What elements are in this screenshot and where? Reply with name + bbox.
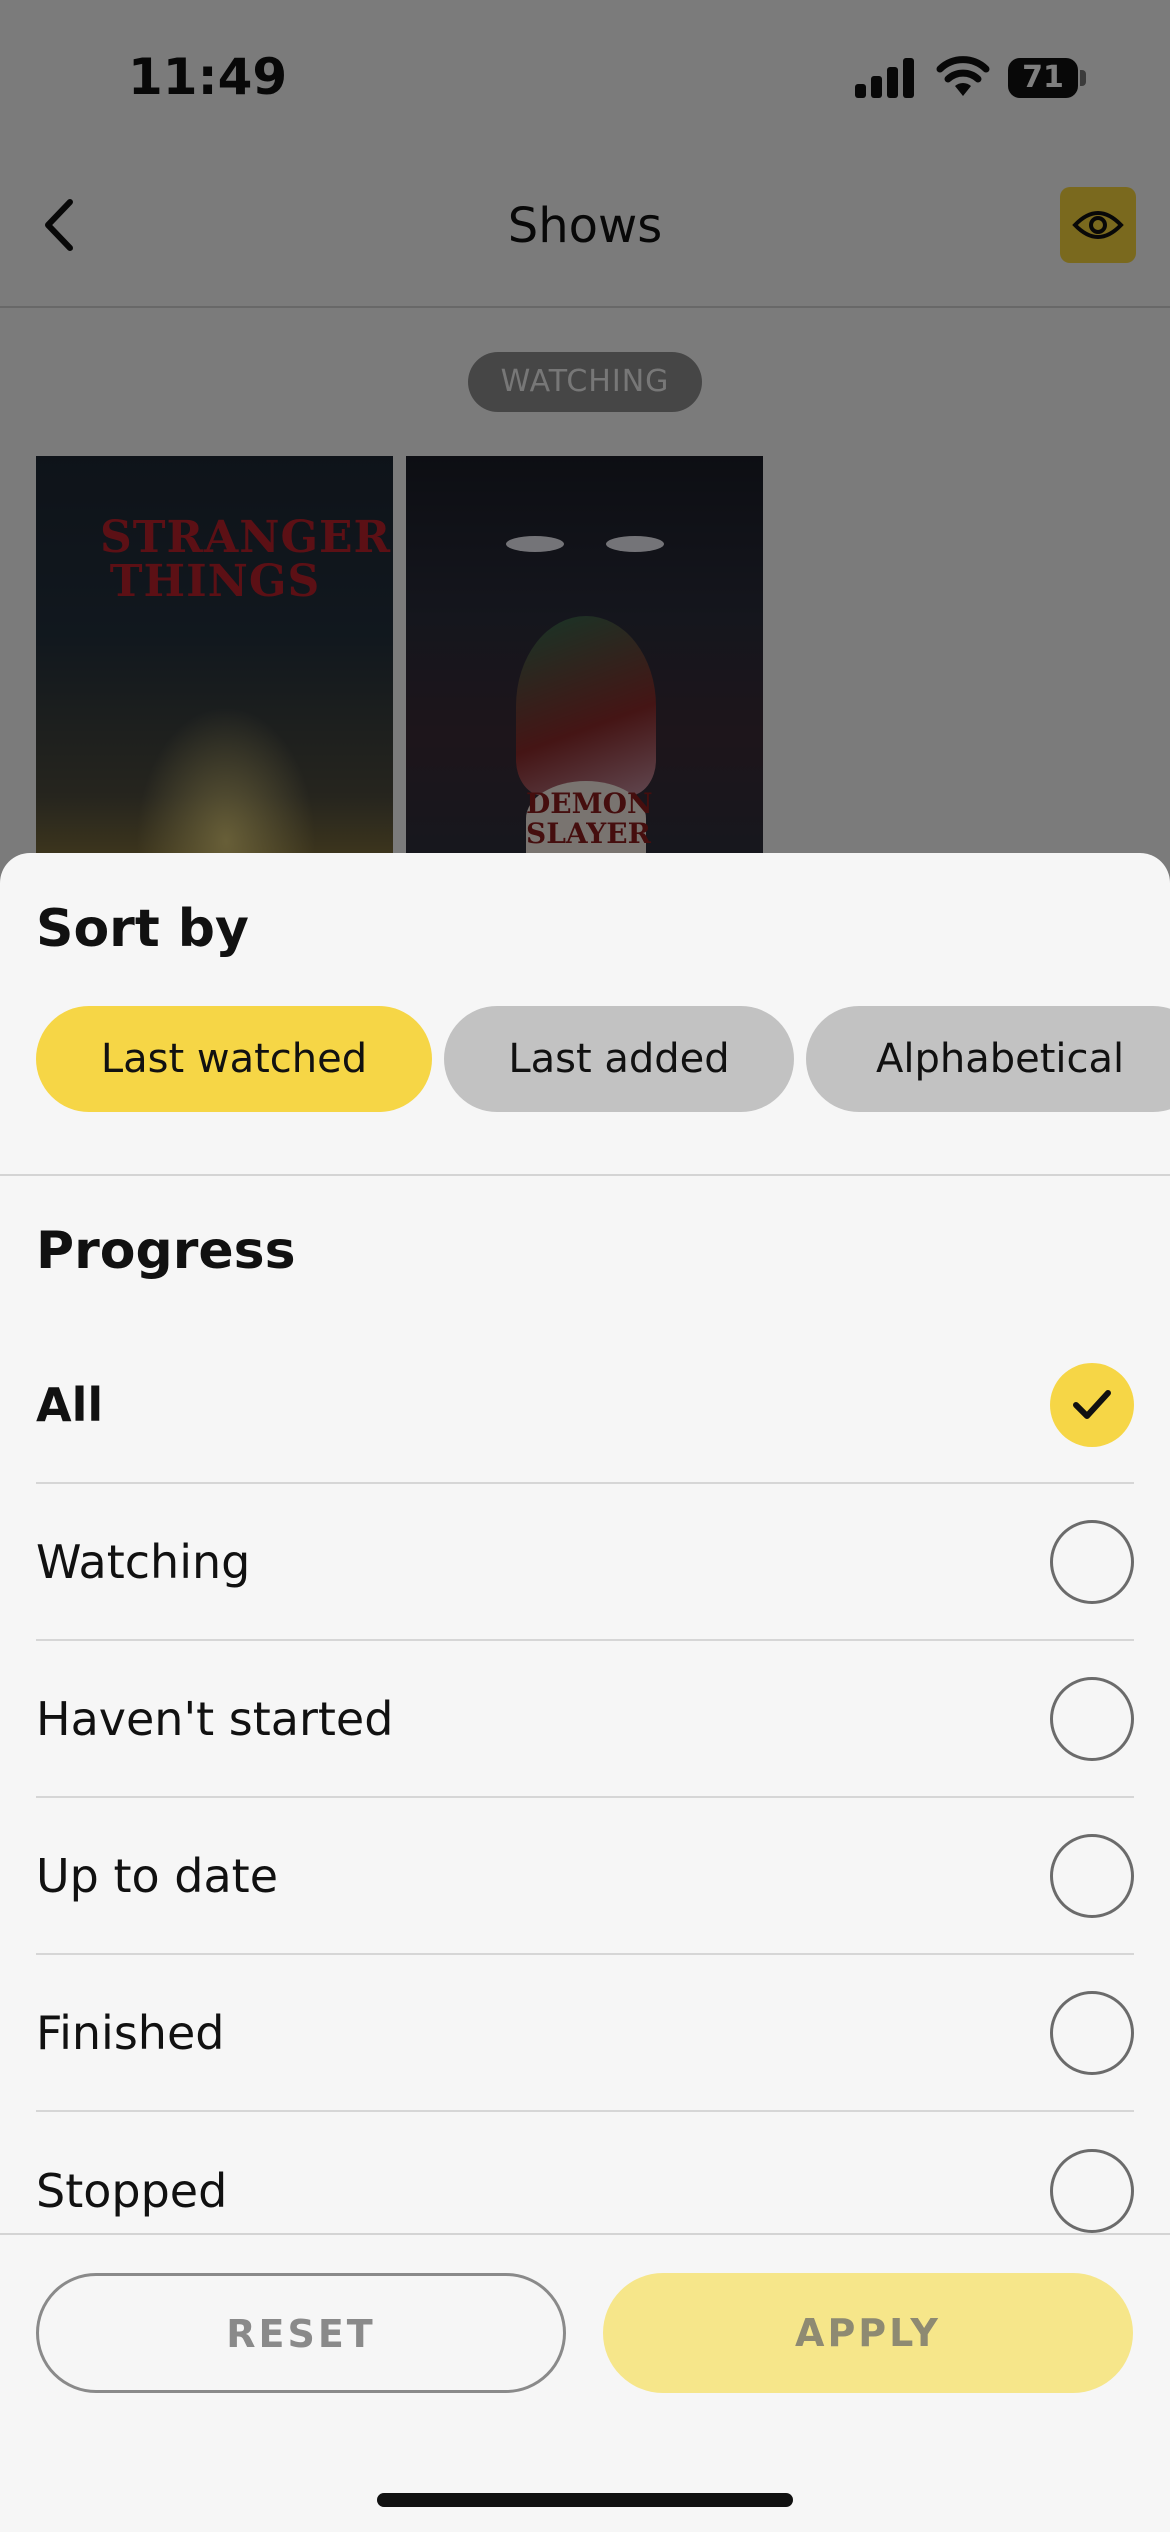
- radio-unchecked[interactable]: [1050, 1833, 1134, 1918]
- radio-unchecked[interactable]: [1050, 1519, 1134, 1604]
- sort-title: Sort by: [36, 899, 249, 959]
- progress-option-stopped[interactable]: Stopped: [36, 2112, 1134, 2269]
- option-label: Haven't started: [36, 1691, 394, 1746]
- apply-button[interactable]: APPLY: [603, 2273, 1133, 2393]
- option-label: Finished: [36, 2005, 225, 2060]
- progress-options: All Watching Haven't started Up to date …: [36, 1327, 1134, 2269]
- progress-title: Progress: [36, 1221, 296, 1281]
- sort-chip-last-added[interactable]: Last added: [444, 1006, 794, 1112]
- progress-option-finished[interactable]: Finished: [36, 1955, 1134, 2112]
- option-label: All: [36, 1377, 104, 1432]
- sort-chip-alphabetical[interactable]: Alphabetical: [806, 1006, 1170, 1112]
- filter-sheet: Sort by Last watched Last added Alphabet…: [0, 853, 1170, 2532]
- home-indicator[interactable]: [377, 2493, 793, 2507]
- divider: [0, 1174, 1170, 1176]
- option-label: Watching: [36, 1534, 251, 1589]
- radio-unchecked[interactable]: [1050, 1990, 1134, 2075]
- radio-unchecked[interactable]: [1050, 2148, 1134, 2233]
- sort-chip-last-watched[interactable]: Last watched: [36, 1006, 432, 1112]
- progress-option-havent-started[interactable]: Haven't started: [36, 1641, 1134, 1798]
- reset-button[interactable]: RESET: [36, 2273, 566, 2393]
- radio-checked[interactable]: [1050, 1362, 1134, 1447]
- option-label: Stopped: [36, 2163, 228, 2218]
- sort-options: Last watched Last added Alphabetical: [36, 1006, 1170, 1112]
- divider: [0, 2233, 1170, 2235]
- progress-option-all[interactable]: All: [36, 1327, 1134, 1484]
- option-label: Up to date: [36, 1848, 279, 1903]
- radio-unchecked[interactable]: [1050, 1676, 1134, 1761]
- progress-option-up-to-date[interactable]: Up to date: [36, 1798, 1134, 1955]
- progress-option-watching[interactable]: Watching: [36, 1484, 1134, 1641]
- checkmark-icon: [1073, 1389, 1111, 1419]
